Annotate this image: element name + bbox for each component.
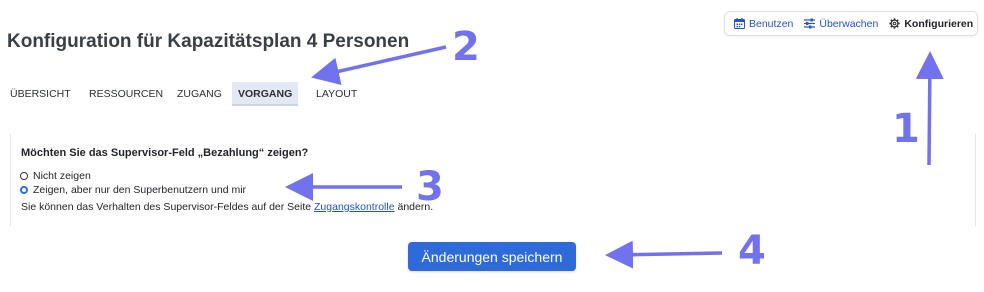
- tab-ressourcen[interactable]: RESSOURCEN: [79, 82, 170, 106]
- question-label: Möchten Sie das Supervisor-Feld „Bezahlu…: [21, 147, 309, 159]
- tab-zugang[interactable]: ZUGANG: [170, 82, 232, 106]
- hint-before: Sie können das Verhalten des Supervisor-…: [21, 201, 315, 213]
- nav-konfigurieren-label: Konfigurieren: [904, 17, 974, 30]
- tab-layout[interactable]: LAYOUT: [298, 82, 358, 106]
- nav-benutzen-label: Benutzen: [749, 17, 794, 30]
- page-title: Konfiguration für Kapazitätsplan 4 Perso…: [7, 31, 410, 52]
- radio-label: Nicht zeigen: [33, 170, 91, 182]
- nav-ueberwachen[interactable]: Überwachen: [804, 18, 878, 30]
- zugangskontrolle-link[interactable]: Zugangskontrolle: [314, 201, 395, 213]
- radio-label: Zeigen, aber nur den Superbenutzern und …: [33, 184, 247, 196]
- radio-button[interactable]: [20, 172, 28, 180]
- tab-vorgang[interactable]: VORGANG: [232, 82, 298, 106]
- settings-panel: Möchten Sie das Supervisor-Feld „Bezahlu…: [10, 134, 976, 226]
- hint-text: Sie können das Verhalten des Supervisor-…: [21, 201, 433, 213]
- annotation-marker-4: 4: [738, 228, 766, 274]
- gear-icon: [889, 18, 901, 29]
- annotation-marker-2: 2: [452, 24, 480, 70]
- radio-option-nicht-zeigen[interactable]: Nicht zeigen: [20, 170, 91, 182]
- annotation-arrow-4: [605, 240, 723, 269]
- tab-uebersicht[interactable]: ÜBERSICHT: [7, 82, 79, 106]
- save-button[interactable]: Änderungen speichern: [408, 242, 576, 271]
- radio-button-checked[interactable]: [20, 186, 28, 194]
- nav-ueberwachen-label: Überwachen: [819, 17, 879, 30]
- tab-bar: ÜBERSICHT RESSOURCEN ZUGANG VORGANG LAYO…: [7, 82, 358, 106]
- hint-after: ändern.: [394, 201, 434, 213]
- radio-option-zeigen-superbenutzer[interactable]: Zeigen, aber nur den Superbenutzern und …: [20, 184, 246, 196]
- top-nav: Benutzen Überwachen Konfigurieren: [724, 11, 978, 36]
- sliders-icon: [804, 18, 816, 29]
- calendar-icon: [734, 18, 745, 29]
- nav-konfigurieren[interactable]: Konfigurieren: [889, 18, 973, 30]
- nav-benutzen[interactable]: Benutzen: [734, 18, 793, 30]
